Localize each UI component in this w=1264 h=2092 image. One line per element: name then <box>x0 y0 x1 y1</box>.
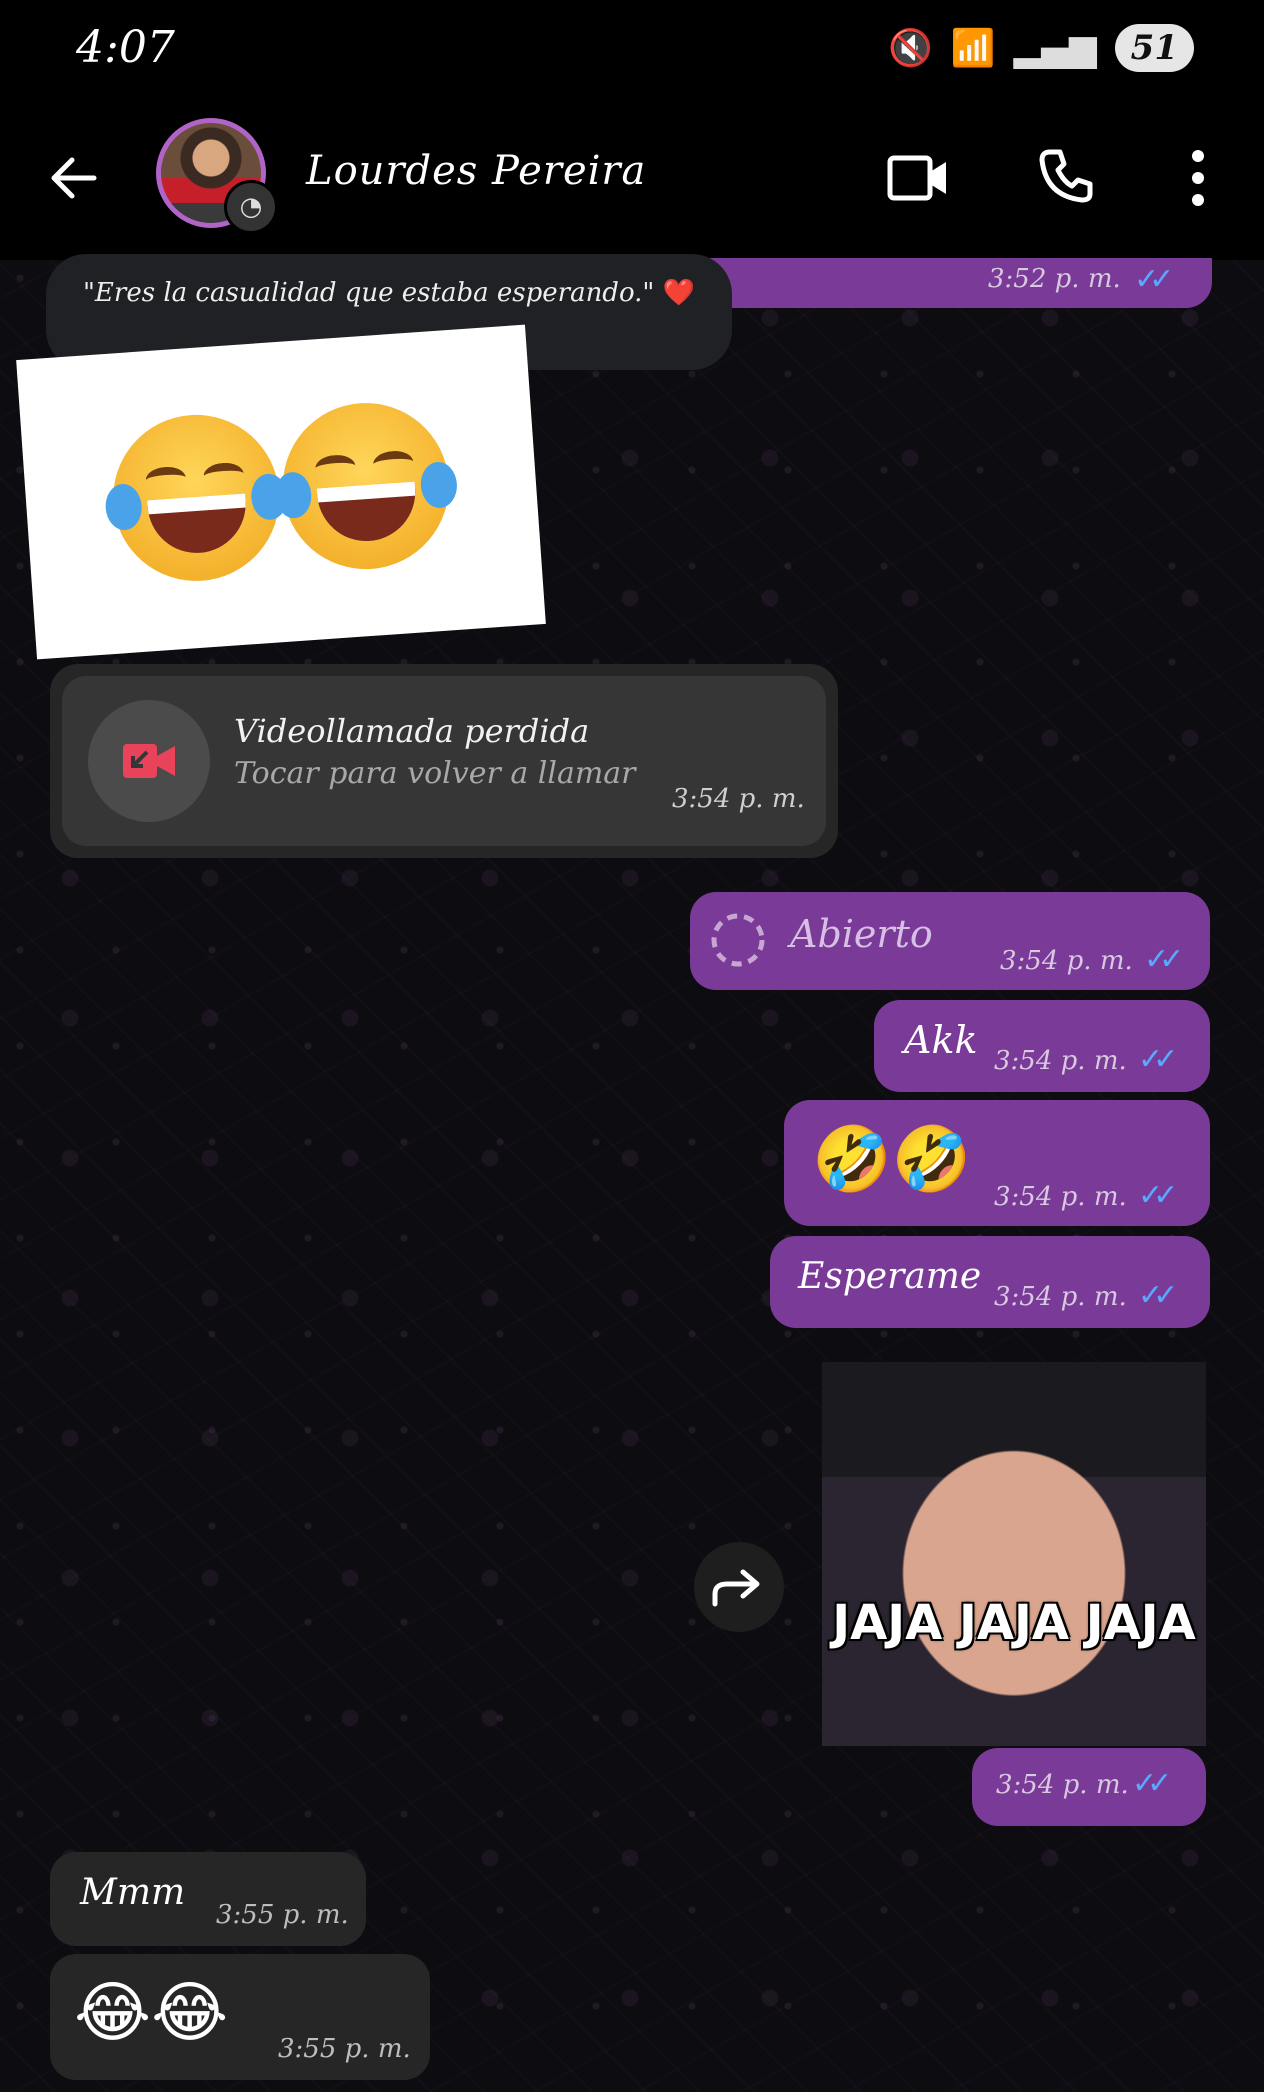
read-receipt-icon: ✓✓ <box>1138 1178 1178 1213</box>
read-receipt-icon: ✓✓ <box>1138 1042 1178 1077</box>
missed-call-subtitle: Tocar para volver a llamar <box>234 756 636 791</box>
signal-icon: ▂▄▆ <box>1013 27 1097 69</box>
message-time: 3:54 p. m. <box>994 1046 1127 1076</box>
video-call-icon[interactable] <box>886 150 950 206</box>
sticker-laughing[interactable] <box>16 324 546 660</box>
back-arrow-icon[interactable] <box>44 148 104 208</box>
message-time: 3:52 p. m. <box>988 264 1121 294</box>
message-time: 3:54 p. m. <box>672 784 805 814</box>
message-bubble-partial[interactable]: 3:52 p. m. ✓✓ <box>700 258 1212 308</box>
message-text: Abierto <box>790 912 933 956</box>
battery-indicator: 51 <box>1114 24 1194 72</box>
message-time: 3:55 p. m. <box>278 2034 411 2064</box>
tears-of-joy-emoji <box>104 409 289 587</box>
message-bubble-opened[interactable]: Abierto 3:54 p. m. ✓✓ <box>690 892 1210 990</box>
message-bubble-akk[interactable]: Akk 3:54 p. m. ✓✓ <box>874 1000 1210 1092</box>
phone-icon[interactable] <box>1036 146 1096 206</box>
view-once-icon <box>711 913 765 967</box>
missed-video-call-icon <box>88 700 210 822</box>
message-text: 🤣🤣 <box>812 1123 972 1197</box>
forward-button[interactable] <box>694 1542 784 1632</box>
status-time: 4:07 <box>76 22 175 73</box>
read-receipt-icon: ✓✓ <box>1138 1278 1178 1313</box>
read-receipt-icon: ✓✓ <box>1134 262 1174 297</box>
message-time: 3:54 p. m. <box>994 1182 1127 1212</box>
tears-of-joy-emoji <box>273 397 459 575</box>
read-receipt-icon: ✓✓ <box>1144 942 1184 977</box>
image-message[interactable]: JAJA JAJA JAJA <box>822 1362 1206 1746</box>
status-quote: "Eres la casualidad que estaba esperando… <box>82 278 655 308</box>
message-bubble-esperame[interactable]: Esperame 3:54 p. m. ✓✓ <box>770 1236 1210 1328</box>
mute-icon: 🔇 <box>887 28 933 69</box>
message-bubble-emoji[interactable]: 🤣🤣 3:54 p. m. ✓✓ <box>784 1100 1210 1226</box>
message-text: Mmm <box>80 1872 186 1913</box>
chat-header: ◔ Lourdes Pereira <box>0 100 1264 260</box>
message-time: 3:54 p. m. <box>1000 946 1133 976</box>
status-bar: 4:07 🔇 📶 ▂▄▆ 51 <box>0 0 1264 100</box>
message-bubble-mmm[interactable]: Mmm 3:55 p. m. <box>50 1852 366 1946</box>
message-bubble-emoji-joy[interactable]: 😂😂 3:55 p. m. <box>50 1954 430 2080</box>
image-time-bubble: 3:54 p. m. ✓✓ <box>972 1748 1206 1826</box>
wifi-icon: 📶 <box>950 28 996 69</box>
image-overlay-text: JAJA JAJA JAJA <box>832 1595 1196 1651</box>
message-time: 3:54 p. m. <box>996 1770 1129 1800</box>
message-text: 😂😂 <box>74 1974 229 2051</box>
read-receipt-icon: ✓✓ <box>1132 1766 1172 1801</box>
contact-name[interactable]: Lourdes Pereira <box>306 148 646 194</box>
heart-icon: ❤️ <box>662 278 696 308</box>
message-text: Esperame <box>798 1256 982 1297</box>
status-icons: 🔇 📶 ▂▄▆ 51 <box>888 24 1194 72</box>
message-time: 3:54 p. m. <box>994 1282 1127 1312</box>
message-time: 3:55 p. m. <box>216 1900 349 1930</box>
missed-call-title: Videollamada perdida <box>234 712 590 750</box>
more-vert-icon[interactable] <box>1178 146 1218 210</box>
missed-call-card[interactable]: Videollamada perdida Tocar para volver a… <box>62 676 826 846</box>
message-text: Akk <box>904 1018 978 1062</box>
status-ring-icon: ◔ <box>224 180 278 234</box>
forward-icon <box>712 1569 760 1607</box>
